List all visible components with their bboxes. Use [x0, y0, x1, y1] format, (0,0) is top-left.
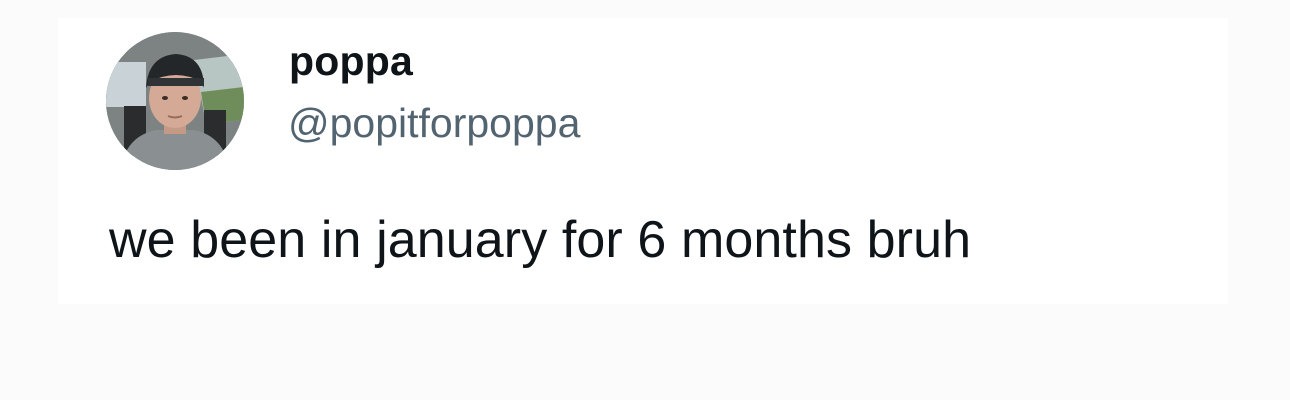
author-handle[interactable]: @popitforpoppa [288, 100, 580, 147]
tweet-text: we been in january for 6 months bruh [109, 211, 972, 269]
author-display-name[interactable]: poppa [289, 38, 413, 85]
profile-photo-icon [106, 32, 244, 170]
author-avatar[interactable] [106, 32, 244, 170]
